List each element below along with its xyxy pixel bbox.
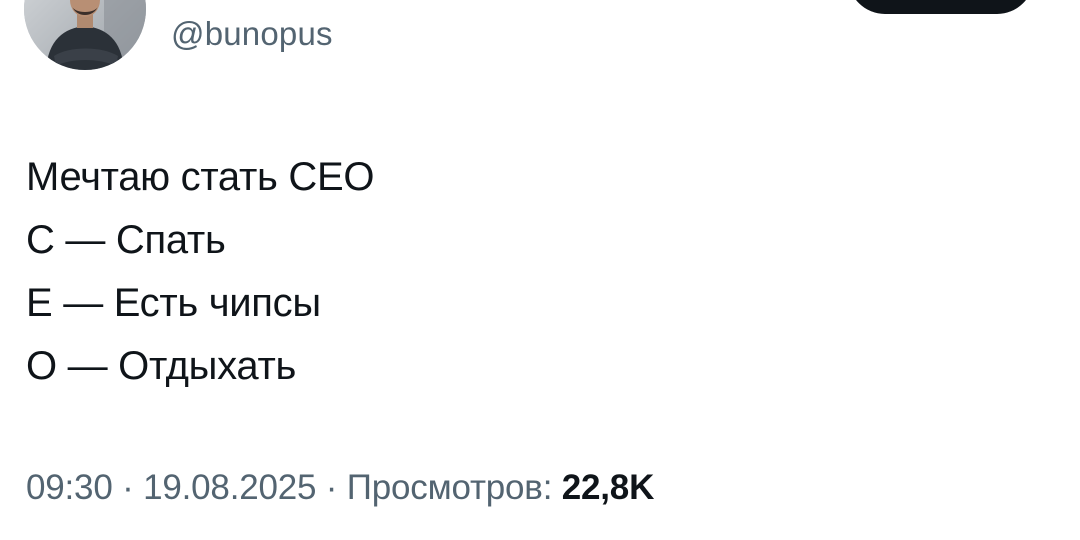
profile-photo-icon [24,0,146,70]
follow-button[interactable] [848,0,1034,14]
tweet-text: Мечтаю стать СЕО С — Спать Е — Есть чипс… [26,146,374,398]
tweet-meta: 09:30 · 19.08.2025 · Просмотров: 22,8K [26,466,654,510]
meta-separator: · [316,468,347,507]
views-count[interactable]: 22,8K [562,468,655,507]
tweet-line: О — Отдыхать [26,344,297,388]
meta-separator: · [112,468,144,507]
user-handle[interactable]: @bunopus [171,14,333,54]
tweet-line: Мечтаю стать СЕО [26,155,375,199]
display-name[interactable] [180,0,440,4]
tweet-line: Е — Есть чипсы [26,281,321,325]
tweet-date[interactable]: 19.08.2025 [143,468,316,507]
tweet-time[interactable]: 09:30 [26,468,113,507]
views-label: Просмотров: [346,468,562,507]
tweet-line: С — Спать [26,218,226,262]
avatar[interactable] [24,0,146,70]
